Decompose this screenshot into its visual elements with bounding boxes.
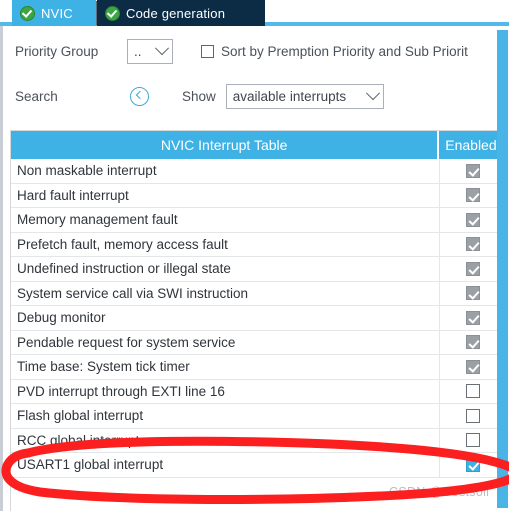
table-row[interactable]: Non maskable interrupt	[11, 159, 505, 184]
column-header-enabled[interactable]: Enabled	[439, 131, 505, 159]
table-body: Non maskable interrupt Hard fault interru…	[11, 159, 505, 478]
interrupt-name-cell: Flash global interrupt	[11, 404, 441, 428]
enabled-checkbox	[465, 335, 480, 350]
tab-nvic-label: NVIC	[41, 5, 73, 21]
priority-group-row: Priority Group .. Sort by Premption Prio…	[3, 38, 509, 64]
enabled-checkbox	[465, 359, 480, 374]
table-row[interactable]: Pendable request for system service	[11, 330, 505, 355]
table-row[interactable]: USART1 global interrupt	[11, 453, 505, 478]
vertical-scrollbar-thumb[interactable]	[497, 30, 508, 508]
table-row[interactable]: Prefetch fault, memory access fault	[11, 232, 505, 257]
table-row[interactable]: System service call via SWI instruction	[11, 281, 505, 306]
enabled-cell	[440, 282, 505, 306]
enabled-checkbox	[465, 188, 480, 203]
interrupt-name-cell: System service call via SWI instruction	[11, 281, 441, 305]
priority-group-value: ..	[134, 43, 142, 59]
enabled-cell	[440, 355, 505, 379]
tab-code-generation-label: Code generation	[126, 5, 226, 21]
tab-bar: NVIC Code generation	[0, 0, 509, 26]
interrupt-name-cell: PVD interrupt through EXTI line 16	[11, 379, 441, 403]
sort-by-premption-checkbox[interactable]	[201, 44, 214, 58]
interrupt-name-cell: USART1 global interrupt	[11, 453, 441, 477]
enabled-checkbox[interactable]	[465, 408, 480, 423]
enabled-checkbox	[465, 163, 480, 178]
show-filter-select[interactable]: available interrupts	[225, 83, 384, 109]
table-row[interactable]: Undefined instruction or illegal state	[11, 257, 505, 282]
enabled-cell	[440, 331, 505, 355]
check-circle-icon	[105, 5, 120, 21]
enabled-checkbox	[465, 237, 480, 252]
table-row[interactable]: PVD interrupt through EXTI line 16	[11, 379, 505, 404]
circle-chevron-left-icon[interactable]	[130, 86, 149, 106]
nvic-configuration-window: NVIC Code generation Priority Group .. S…	[0, 0, 509, 511]
priority-group-select[interactable]: ..	[127, 38, 173, 64]
show-filter-value: available interrupts	[232, 88, 347, 104]
interrupt-name-cell: Prefetch fault, memory access fault	[11, 232, 441, 256]
table-row[interactable]: Flash global interrupt	[11, 404, 505, 429]
enabled-checkbox[interactable]	[465, 384, 480, 399]
enabled-checkbox	[465, 310, 480, 325]
enabled-checkbox	[465, 286, 480, 301]
priority-group-label: Priority Group	[15, 43, 99, 59]
search-label: Search	[15, 88, 58, 104]
table-row[interactable]: RCC global interrupt	[11, 428, 505, 453]
enabled-cell	[440, 306, 505, 330]
enabled-checkbox[interactable]	[465, 433, 480, 448]
show-label: Show	[182, 88, 216, 104]
table-row[interactable]: Time base: System tick timer	[11, 355, 505, 380]
search-row: Search Show available interrupts	[3, 83, 509, 109]
nvic-panel: Priority Group .. Sort by Premption Prio…	[0, 26, 509, 511]
interrupt-name-cell: Pendable request for system service	[11, 330, 441, 354]
interrupt-name-cell: Hard fault interrupt	[11, 183, 441, 207]
nvic-interrupt-table: NVIC Interrupt Table Enabled Non maskabl…	[10, 130, 506, 511]
vertical-scrollbar-track[interactable]	[497, 26, 509, 511]
enabled-cell	[440, 233, 505, 257]
tab-nvic[interactable]: NVIC	[12, 0, 96, 26]
column-header-interrupt-name[interactable]: NVIC Interrupt Table	[11, 131, 440, 159]
interrupt-name-cell: Undefined instruction or illegal state	[11, 257, 441, 281]
check-circle-icon	[20, 5, 35, 21]
table-row[interactable]: Hard fault interrupt	[11, 183, 505, 208]
interrupt-name-cell: Non maskable interrupt	[11, 159, 441, 183]
enabled-checkbox	[465, 212, 480, 227]
enabled-cell	[440, 184, 505, 208]
enabled-cell	[440, 404, 505, 428]
sort-by-premption-label: Sort by Premption Priority and Sub Prior…	[221, 43, 468, 59]
chevron-down-icon	[154, 41, 170, 56]
tab-code-generation[interactable]: Code generation	[97, 0, 265, 26]
chevron-down-icon	[365, 86, 380, 101]
interrupt-name-cell: Memory management fault	[11, 208, 441, 232]
enabled-checkbox[interactable]	[465, 457, 480, 472]
enabled-cell	[440, 208, 505, 232]
enabled-checkbox	[465, 261, 480, 276]
interrupt-name-cell: Debug monitor	[11, 306, 441, 330]
enabled-cell	[440, 453, 505, 477]
interrupt-name-cell: RCC global interrupt	[11, 428, 441, 452]
table-row[interactable]: Debug monitor	[11, 306, 505, 331]
enabled-cell	[440, 429, 505, 453]
table-header-row: NVIC Interrupt Table Enabled	[11, 131, 505, 159]
enabled-cell	[440, 380, 505, 404]
table-row[interactable]: Memory management fault	[11, 208, 505, 233]
watermark: CSDN @Costsoil	[389, 485, 490, 499]
enabled-cell	[440, 257, 505, 281]
enabled-cell	[440, 159, 505, 183]
interrupt-name-cell: Time base: System tick timer	[11, 355, 441, 379]
